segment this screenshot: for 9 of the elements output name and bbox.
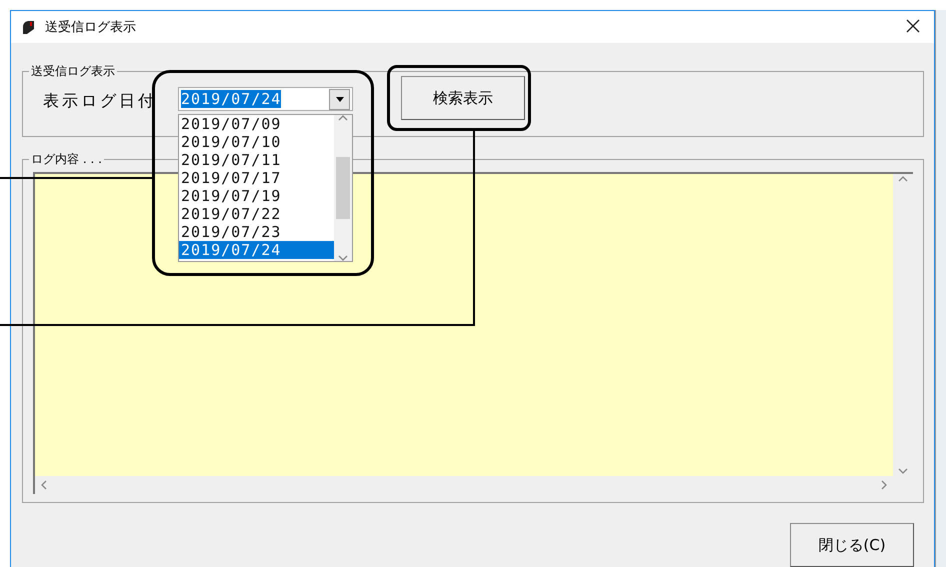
close-dialog-button[interactable]: 閉じる(C) [790,523,914,567]
window-title: 送受信ログ表示 [45,19,137,36]
date-dropdown[interactable]: 2019/07/24 [178,87,353,111]
dropdown-value: 2019/07/24 [181,90,282,108]
group-legend: ログ内容 . . . [29,151,104,168]
date-option[interactable]: 2019/07/24 [179,241,334,259]
group-legend: 送受信ログ表示 [29,63,117,80]
search-button[interactable]: 検索表示 [401,76,525,120]
date-label: 表示ログ日付 [43,91,158,112]
